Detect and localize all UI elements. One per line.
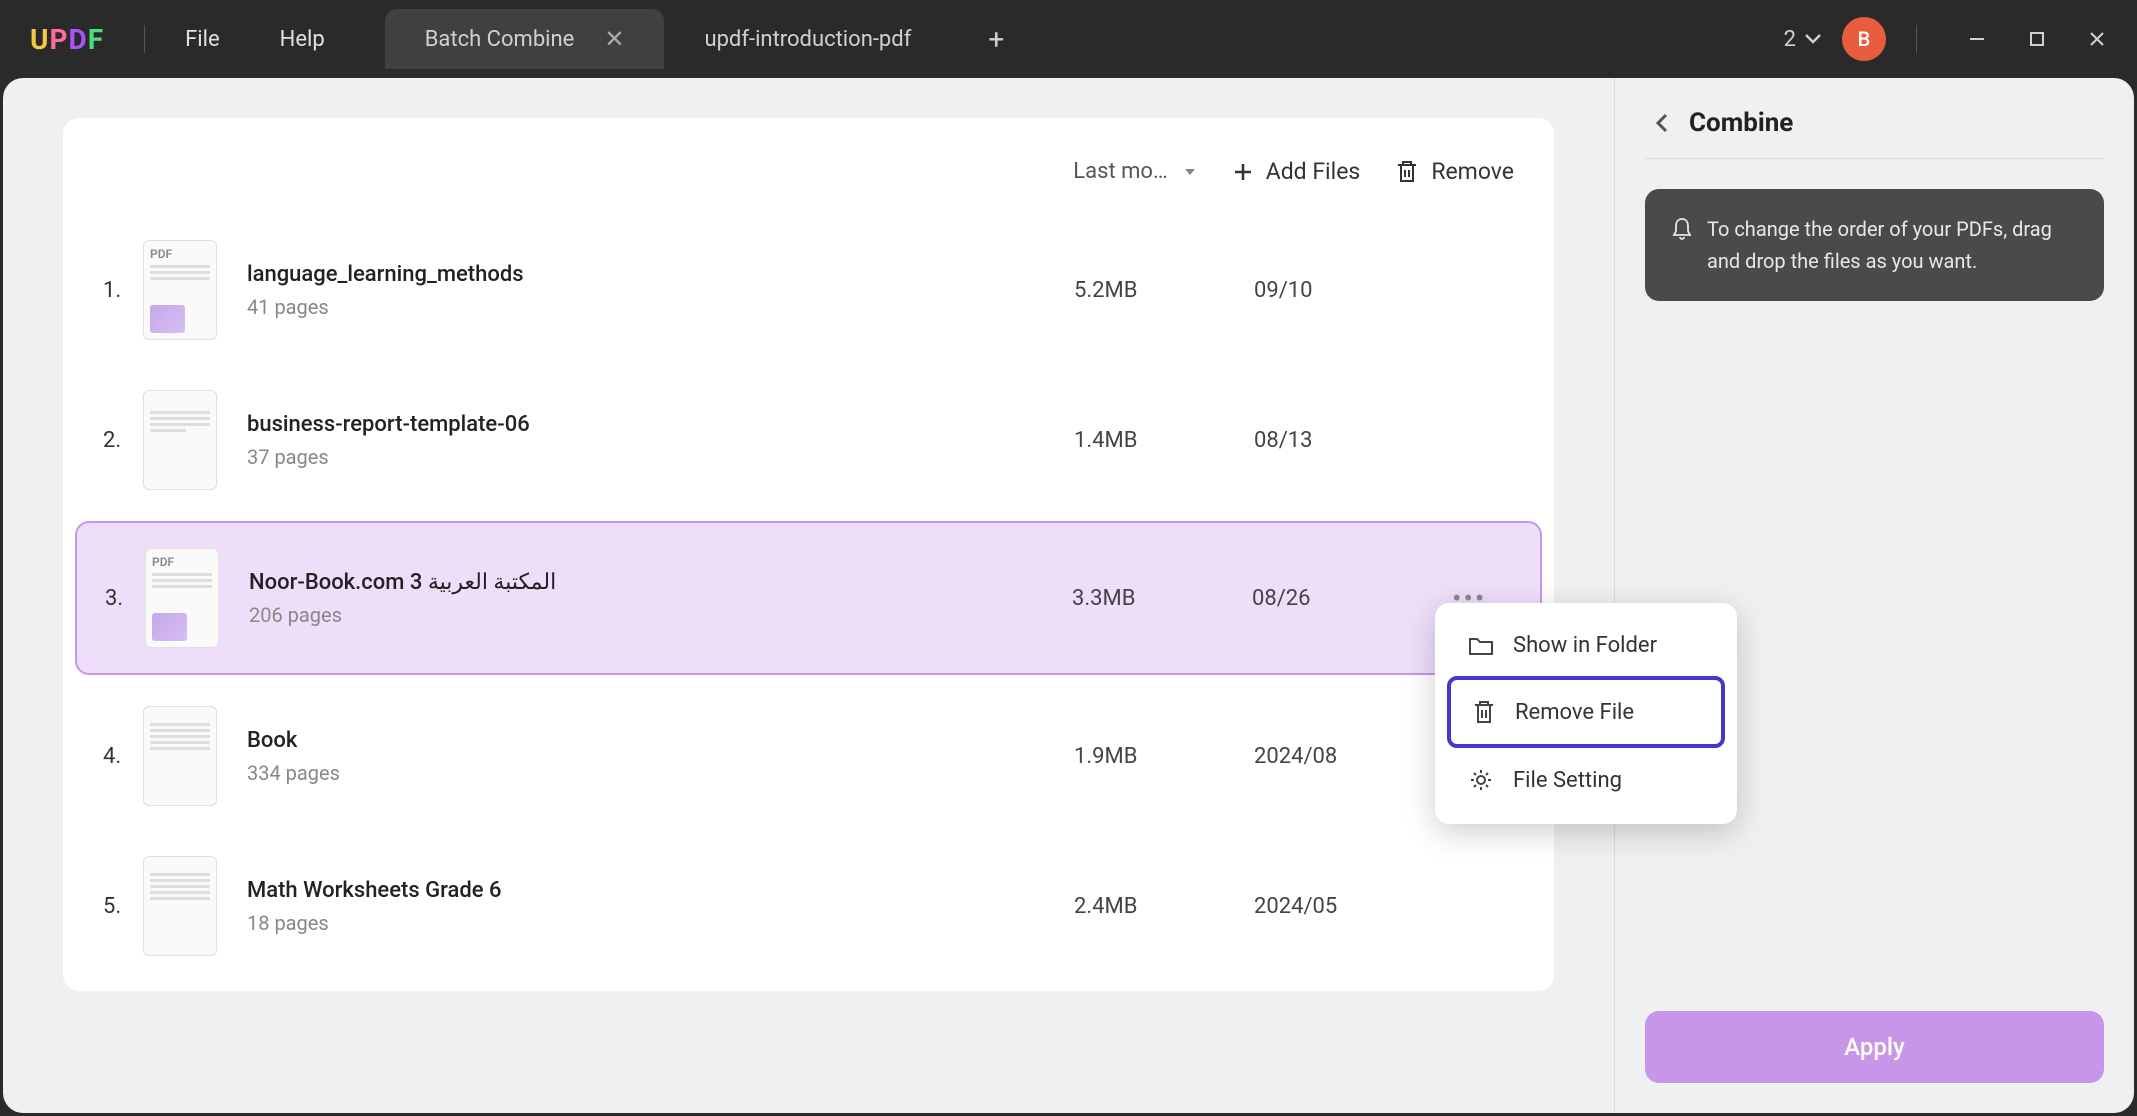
- remove-button[interactable]: Remove: [1395, 158, 1514, 185]
- file-info: business-report-template-06 37 pages: [247, 412, 1074, 469]
- menu-help[interactable]: Help: [250, 27, 355, 52]
- titlebar: UPDF File Help Batch Combine ✕ updf-intr…: [0, 0, 2137, 78]
- new-tab-button[interactable]: +: [971, 14, 1021, 64]
- file-size: 3.3MB: [1072, 586, 1252, 611]
- file-thumbnail: [143, 706, 217, 806]
- chevron-down-icon: [1804, 33, 1822, 45]
- minimize-button[interactable]: [1967, 29, 1997, 49]
- context-file-setting[interactable]: File Setting: [1447, 748, 1725, 812]
- file-index: 5.: [103, 894, 143, 919]
- file-index: 4.: [103, 744, 143, 769]
- divider: [1916, 25, 1917, 53]
- dropdown-triangle-icon: [1183, 167, 1197, 177]
- file-index: 2.: [103, 428, 143, 453]
- tab-label: Batch Combine: [425, 27, 575, 52]
- file-row[interactable]: 2. business-report-template-06 37 pages …: [63, 365, 1554, 515]
- tab-updf-intro[interactable]: updf-introduction-pdf: [664, 9, 951, 69]
- user-avatar[interactable]: B: [1842, 17, 1886, 61]
- file-index: 3.: [105, 586, 145, 611]
- file-thumbnail: [143, 390, 217, 490]
- file-list: Last mo… Add Files Remove 1. P: [63, 118, 1554, 991]
- file-pages: 206 pages: [249, 603, 1072, 627]
- apply-button[interactable]: Apply: [1645, 1011, 2104, 1083]
- app-logo: UPDF: [0, 23, 134, 56]
- tabs-container: Batch Combine ✕ updf-introduction-pdf +: [385, 9, 1022, 69]
- file-date: 08/26: [1252, 586, 1452, 611]
- file-date: 09/10: [1254, 278, 1454, 303]
- app-window: UPDF File Help Batch Combine ✕ updf-intr…: [0, 0, 2137, 1116]
- file-thumbnail: PDF: [143, 240, 217, 340]
- gear-icon: [1467, 766, 1495, 794]
- trash-icon: [1395, 159, 1419, 185]
- window-controls: [1967, 29, 2117, 49]
- tab-close-icon[interactable]: ✕: [604, 25, 624, 53]
- file-size: 2.4MB: [1074, 894, 1254, 919]
- file-row[interactable]: 4. Book 334 pages 1.9MB 2024/08: [63, 681, 1554, 831]
- side-header: Combine: [1645, 108, 2104, 159]
- main-panel: Last mo… Add Files Remove 1. P: [3, 78, 1614, 1113]
- context-remove-file[interactable]: Remove File: [1447, 676, 1725, 748]
- file-info: Math Worksheets Grade 6 18 pages: [247, 878, 1074, 935]
- file-thumbnail: PDF: [145, 548, 219, 648]
- file-pages: 334 pages: [247, 761, 1074, 785]
- maximize-button[interactable]: [2027, 29, 2057, 49]
- back-arrow-icon[interactable]: [1655, 112, 1669, 134]
- file-size: 1.9MB: [1074, 744, 1254, 769]
- file-index: 1.: [103, 278, 143, 303]
- context-show-in-folder[interactable]: Show in Folder: [1447, 615, 1725, 676]
- tip-text: To change the order of your PDFs, drag a…: [1707, 213, 2078, 277]
- tab-label: updf-introduction-pdf: [704, 27, 911, 52]
- plus-icon: [1232, 161, 1254, 183]
- close-button[interactable]: [2087, 29, 2117, 49]
- side-panel: Combine To change the order of your PDFs…: [1614, 78, 2134, 1113]
- add-files-button[interactable]: Add Files: [1232, 158, 1361, 185]
- file-name: Book: [247, 728, 1074, 753]
- file-name: language_learning_methods: [247, 262, 1074, 287]
- file-date: 2024/08: [1254, 744, 1454, 769]
- folder-icon: [1467, 634, 1495, 658]
- side-title: Combine: [1689, 108, 1793, 138]
- tab-batch-combine[interactable]: Batch Combine ✕: [385, 9, 665, 69]
- bell-icon: [1671, 217, 1693, 277]
- file-date: 08/13: [1254, 428, 1454, 453]
- titlebar-right: 2 B: [1784, 17, 2137, 61]
- divider: [144, 25, 145, 53]
- file-name: Noor-Book.com 3 المكتبة العربية: [249, 570, 1072, 595]
- tip-box: To change the order of your PDFs, drag a…: [1645, 189, 2104, 301]
- file-pages: 41 pages: [247, 295, 1074, 319]
- file-size: 5.2MB: [1074, 278, 1254, 303]
- file-row[interactable]: 5. Math Worksheets Grade 6 18 pages 2.4M…: [63, 831, 1554, 981]
- file-row[interactable]: 1. PDF language_learning_methods 41 page…: [63, 215, 1554, 365]
- file-date: 2024/05: [1254, 894, 1454, 919]
- sort-dropdown[interactable]: Last mo…: [1073, 159, 1196, 184]
- file-thumbnail: [143, 856, 217, 956]
- file-row-selected[interactable]: 3. PDF Noor-Book.com 3 المكتبة العربية 2…: [75, 521, 1542, 675]
- tab-count-dropdown[interactable]: 2: [1784, 27, 1822, 52]
- list-toolbar: Last mo… Add Files Remove: [63, 128, 1554, 215]
- trash-icon: [1471, 698, 1497, 726]
- file-pages: 18 pages: [247, 911, 1074, 935]
- file-name: business-report-template-06: [247, 412, 1074, 437]
- file-info: Noor-Book.com 3 المكتبة العربية 206 page…: [249, 570, 1072, 627]
- context-menu: Show in Folder Remove File File Setting: [1435, 603, 1737, 824]
- file-size: 1.4MB: [1074, 428, 1254, 453]
- file-info: Book 334 pages: [247, 728, 1074, 785]
- file-name: Math Worksheets Grade 6: [247, 878, 1074, 903]
- file-pages: 37 pages: [247, 445, 1074, 469]
- content-area: Last mo… Add Files Remove 1. P: [0, 78, 2137, 1116]
- menu-file[interactable]: File: [155, 27, 250, 52]
- file-info: language_learning_methods 41 pages: [247, 262, 1074, 319]
